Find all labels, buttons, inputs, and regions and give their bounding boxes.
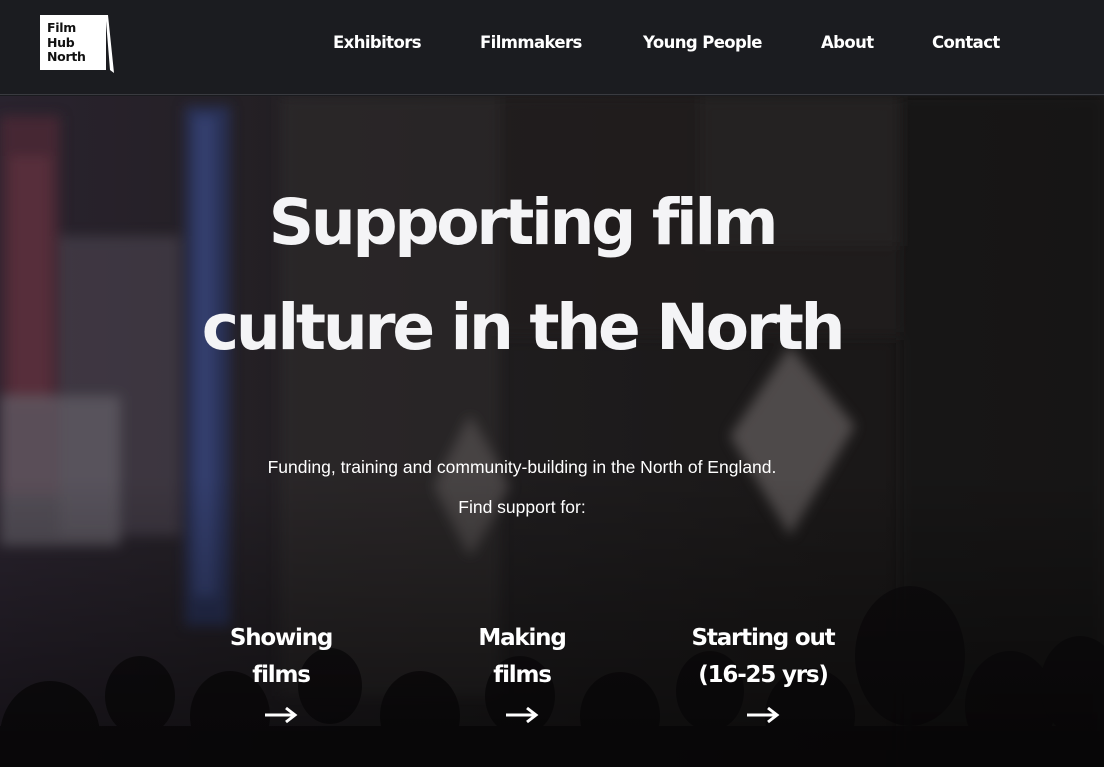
arrow-right-icon xyxy=(506,706,539,724)
card-making-films-label: Making films xyxy=(478,625,566,688)
card-starting-out-label: Starting out (16-25 yrs) xyxy=(691,625,836,688)
card-starting-out[interactable]: Starting out (16-25 yrs) xyxy=(663,620,863,724)
card-showing-films[interactable]: Showing films xyxy=(181,620,381,724)
card-making-films[interactable]: Making films xyxy=(422,620,622,724)
arrow-right-icon xyxy=(265,706,298,724)
find-support-label: Find support for: xyxy=(458,497,586,517)
nav-exhibitors[interactable]: Exhibitors xyxy=(333,33,422,52)
logo-text: Film Hub North xyxy=(47,20,86,64)
hero-section: Supporting film culture in the North Fun… xyxy=(0,96,1104,767)
nav-contact[interactable]: Contact xyxy=(932,33,1000,52)
nav-filmmakers[interactable]: Filmmakers xyxy=(480,33,582,52)
site-header: Film Hub North Exhibitors Filmmakers You… xyxy=(0,0,1104,95)
hero-subtitle: Funding, training and community-building… xyxy=(267,457,777,477)
card-showing-films-label: Showing films xyxy=(229,625,334,688)
hero-headline-line-1: Supporting film xyxy=(268,186,779,259)
arrow-right-icon xyxy=(747,706,780,724)
nav-about[interactable]: About xyxy=(821,33,874,52)
page: Film Hub North Exhibitors Filmmakers You… xyxy=(0,0,1104,767)
nav-young-people[interactable]: Young People xyxy=(643,33,763,52)
film-hub-north-logo[interactable]: Film Hub North xyxy=(40,15,114,73)
hero-headline-line-2: culture in the North xyxy=(201,291,846,364)
